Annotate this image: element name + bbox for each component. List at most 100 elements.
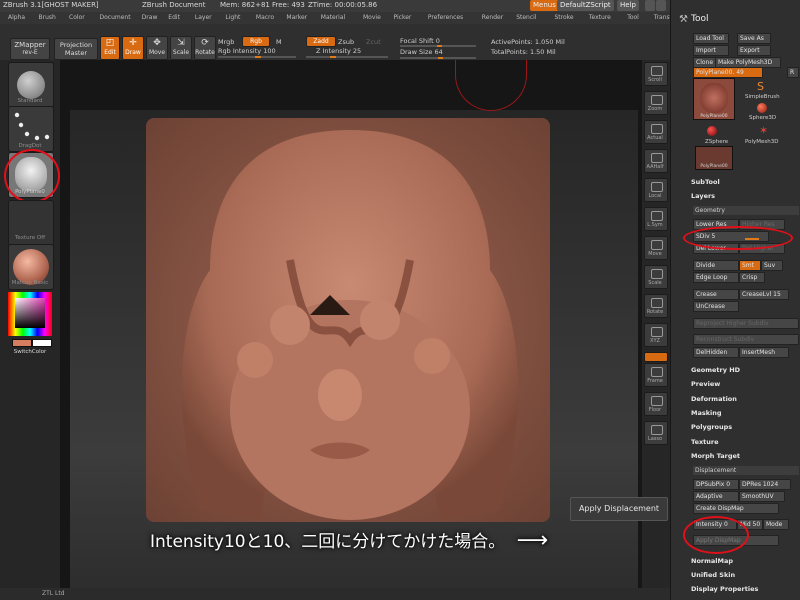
intensity-highlight-circle (683, 516, 749, 554)
primary-color-swatch[interactable] (12, 339, 32, 347)
tool-r-button[interactable]: R (787, 67, 799, 78)
adaptive-toggle[interactable]: Adaptive (693, 491, 739, 502)
load-tool-button[interactable]: Load Tool (693, 33, 729, 44)
menu-item-tool[interactable]: Tool (627, 14, 639, 21)
rgb-intensity-knob[interactable] (255, 56, 261, 58)
switch-color-button[interactable]: SwitchColor (6, 349, 54, 355)
divide-button[interactable]: Divide (693, 260, 739, 271)
edit-mode-button[interactable]: ◰ Edit (100, 36, 120, 60)
move-mode-button[interactable]: ✥ Move (146, 36, 168, 60)
tool-thumb-polyplane[interactable]: PolyPlane00 (693, 78, 735, 120)
crisp-toggle[interactable]: Crisp (739, 272, 765, 283)
subtool-section[interactable]: SubTool (691, 178, 720, 186)
z-intensity-slider[interactable]: Z Intensity 25 (316, 47, 361, 55)
mode-toggle[interactable]: Mode (763, 519, 789, 530)
menu-item-document[interactable]: Document (100, 14, 131, 21)
scale-mode-button[interactable]: ⇲ Scale (170, 36, 192, 60)
menu-item-draw[interactable]: Draw (142, 14, 158, 21)
reproject-higher-subdiv-button[interactable]: Reproject Higher Subdiv (693, 318, 799, 329)
menu-item-preferences[interactable]: Preferences (428, 14, 463, 21)
morph-target-section[interactable]: Morph Target (691, 452, 740, 460)
zadd-toggle[interactable]: Zadd (306, 36, 336, 47)
crease-level-slider[interactable]: CreaseLvl 15 (739, 289, 789, 300)
nav-snap-button[interactable] (644, 352, 668, 362)
crease-button[interactable]: Crease (693, 289, 739, 300)
polygroups-section[interactable]: Polygroups (691, 423, 732, 431)
displacement-section[interactable]: Displacement (693, 466, 799, 475)
m-toggle[interactable]: M (276, 38, 282, 46)
menus-button[interactable]: Menus (530, 0, 559, 11)
edge-loop-button[interactable]: Edge Loop (693, 272, 739, 283)
menu-item-brush[interactable]: Brush (39, 14, 56, 21)
masking-section[interactable]: Masking (691, 409, 722, 417)
restore-button[interactable] (656, 0, 666, 11)
menu-item-marker[interactable]: Marker (286, 14, 307, 21)
layers-section[interactable]: Layers (691, 192, 715, 200)
projection-master-button[interactable]: Projection Master (54, 38, 98, 60)
default-zscript-button[interactable]: DefaultZScript (557, 0, 614, 11)
rotate-mode-button[interactable]: ⟳ Rotate (194, 36, 216, 60)
color-square[interactable] (15, 298, 45, 328)
menu-item-alpha[interactable]: Alpha (8, 14, 25, 21)
rgb-toggle[interactable]: Rgb (242, 36, 270, 47)
menu-item-material[interactable]: Material (321, 14, 345, 21)
zcut-toggle[interactable]: Zcut (366, 38, 381, 46)
menu-item-layer[interactable]: Layer (195, 14, 212, 21)
tool-thumb-polyplane-small[interactable]: PolyPlane00 (695, 146, 733, 170)
uncrease-button[interactable]: UnCrease (693, 301, 739, 312)
dp-res-slider[interactable]: DPRes 1024 (739, 479, 791, 490)
draw-size-knob[interactable] (438, 57, 443, 59)
export-button[interactable]: Export (737, 45, 771, 56)
rgb-intensity-slider[interactable]: Rgb Intensity 100 (218, 47, 276, 55)
free-readout: Free: 493 (272, 1, 305, 9)
secondary-color-swatch[interactable] (32, 339, 52, 347)
deformation-section[interactable]: Deformation (691, 395, 737, 403)
z-intensity-knob[interactable] (330, 56, 336, 58)
menu-item-stroke[interactable]: Stroke (555, 14, 574, 21)
relief-model[interactable] (140, 110, 560, 540)
mrgb-toggle[interactable]: Mrgb (218, 38, 234, 46)
preview-section[interactable]: Preview (691, 380, 720, 388)
suv-toggle[interactable]: Suv (761, 260, 783, 271)
menu-item-macro[interactable]: Macro (256, 14, 274, 21)
menu-item-stencil[interactable]: Stencil (516, 14, 536, 21)
save-as-button[interactable]: Save As (737, 33, 771, 44)
import-button[interactable]: Import (693, 45, 729, 56)
current-tool-slider[interactable]: PolyPlane00. 49 (693, 67, 763, 78)
polymesh3d-icon[interactable]: ✶ (759, 124, 768, 137)
display-properties-section[interactable]: Display Properties (691, 585, 758, 593)
focal-shift-knob[interactable] (437, 45, 442, 47)
unified-skin-section[interactable]: Unified Skin (691, 571, 735, 579)
edit-icon: ◰ (105, 38, 115, 48)
draw-mode-button[interactable]: ✛ Draw (122, 36, 144, 60)
menu-item-movie[interactable]: Movie (363, 14, 381, 21)
reconstruct-subdiv-button[interactable]: Reconstruct Subdiv (693, 334, 799, 345)
menu-item-color[interactable]: Color (69, 14, 85, 21)
insertmesh-button[interactable]: InsertMesh (739, 347, 789, 358)
draw-size-slider[interactable]: Draw Size 64 (400, 48, 443, 56)
menu-item-texture[interactable]: Texture (589, 14, 611, 21)
geometry-hd-section[interactable]: Geometry HD (691, 366, 740, 374)
sphere3d-icon[interactable] (757, 103, 767, 113)
dp-subpix-slider[interactable]: DPSubPix 0 (693, 479, 739, 490)
smt-toggle[interactable]: Smt (739, 260, 761, 271)
menu-item-picker[interactable]: Picker (394, 14, 412, 21)
smoothuv-toggle[interactable]: SmoothUV (739, 491, 785, 502)
simplebrush-icon[interactable]: S (757, 80, 764, 93)
zmapper-button[interactable]: ZMapper rev-E (10, 38, 50, 60)
minimize-button[interactable] (645, 0, 655, 11)
normalmap-section[interactable]: NormalMap (691, 557, 733, 565)
menu-item-edit[interactable]: Edit (168, 14, 180, 21)
texture-section[interactable]: Texture (691, 438, 719, 446)
menu-item-render[interactable]: Render (482, 14, 503, 21)
delhidden-button[interactable]: DelHidden (693, 347, 739, 358)
help-button[interactable]: Help (617, 0, 639, 11)
zsub-toggle[interactable]: Zsub (338, 38, 354, 46)
menu-item-light[interactable]: Light (225, 14, 240, 21)
create-dispmap-button[interactable]: Create DispMap (693, 503, 779, 514)
z-intensity-track[interactable] (306, 56, 388, 58)
focal-shift-slider[interactable]: Focal Shift 0 (400, 37, 440, 45)
geometry-section[interactable]: Geometry (693, 206, 799, 215)
color-picker[interactable] (8, 292, 52, 336)
zsphere-icon[interactable] (707, 126, 717, 136)
